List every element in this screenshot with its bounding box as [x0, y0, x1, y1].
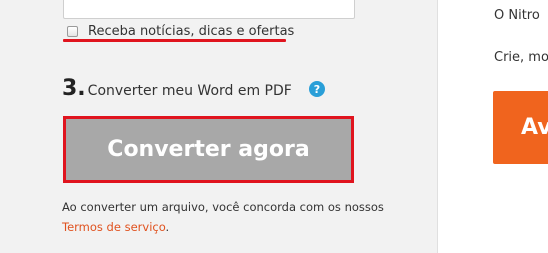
step-number: 3. — [62, 76, 86, 101]
terms-text: Ao converter um arquivo, você concorda c… — [62, 200, 384, 214]
email-field[interactable] — [63, 0, 355, 19]
newsletter-checkbox[interactable] — [67, 25, 78, 37]
newsletter-option[interactable]: Receba notícias, dicas e ofertas — [67, 23, 294, 39]
help-icon[interactable]: ? — [309, 81, 325, 97]
terms-notice: Ao converter um arquivo, você concorda c… — [62, 197, 392, 237]
step-heading: 3. Converter meu Word em PDF — [62, 76, 292, 101]
promo-line-1: O Nitro — [494, 8, 540, 23]
convert-now-button[interactable]: Converter agora — [63, 116, 354, 183]
promo-panel: O Nitro Crie, mo Av — [438, 0, 548, 253]
converter-panel: Receba notícias, dicas e ofertas 3. Conv… — [0, 0, 437, 253]
promo-line-2: Crie, mo — [494, 50, 548, 65]
highlight-underline — [63, 39, 286, 42]
terms-of-service-link[interactable]: Termos de serviço — [62, 220, 166, 234]
promo-cta-button[interactable]: Av — [493, 91, 548, 164]
newsletter-label: Receba notícias, dicas e ofertas — [88, 23, 295, 39]
terms-period: . — [165, 220, 170, 234]
step-title: Converter meu Word em PDF — [87, 83, 292, 99]
